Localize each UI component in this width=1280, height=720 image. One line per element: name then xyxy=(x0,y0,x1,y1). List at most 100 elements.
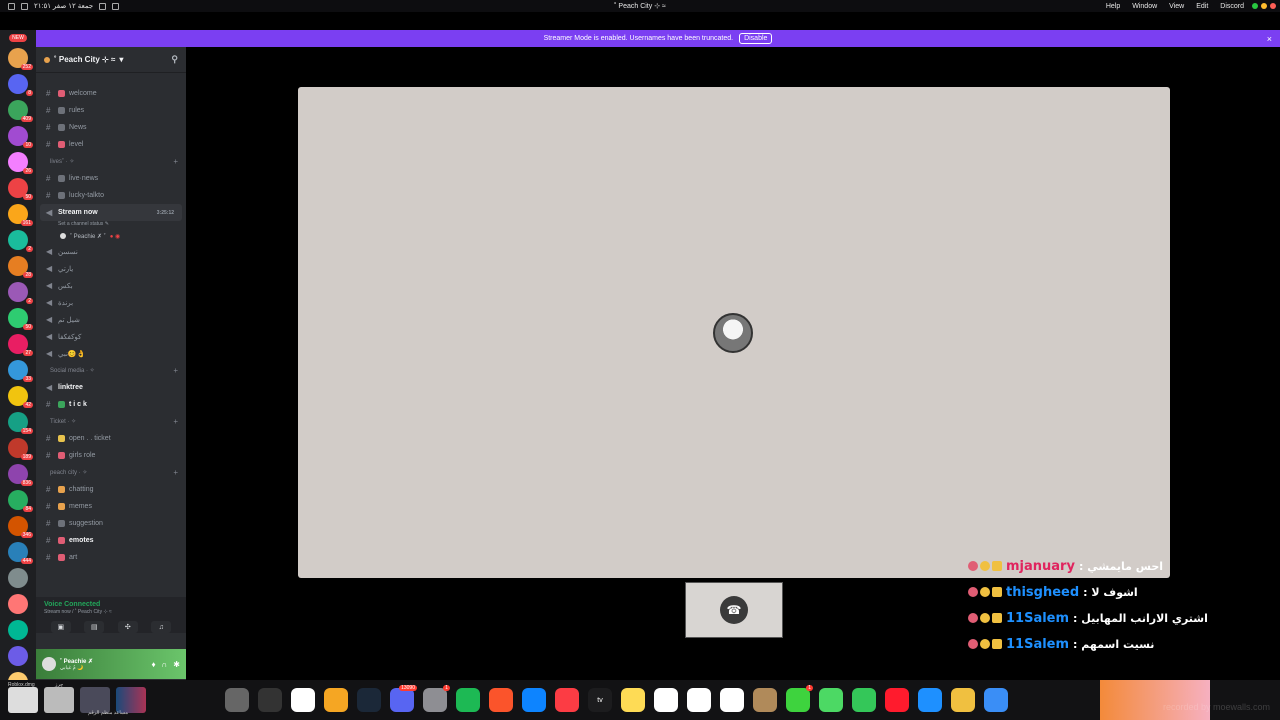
server-icon[interactable]: 836 xyxy=(8,464,33,486)
headphones-icon[interactable]: ∩ xyxy=(162,660,168,669)
disable-button[interactable]: Disable xyxy=(739,33,773,44)
freeform-icon[interactable] xyxy=(654,688,678,712)
participant-tile[interactable] xyxy=(298,87,1170,578)
video-icon[interactable]: ▣ xyxy=(50,621,71,633)
channel-category[interactable]: lives˚ · ✧ + xyxy=(36,153,186,170)
photos-icon[interactable] xyxy=(951,688,975,712)
guild-header[interactable]: ˚ Peach City ⊹ ≈ ▾ ⚲ xyxy=(36,47,186,73)
app-store-icon[interactable] xyxy=(522,688,546,712)
steam-icon[interactable] xyxy=(357,688,381,712)
system-date[interactable]: جمعة ١٢ صفر ٢١:٥١ xyxy=(34,2,93,10)
voice-channel[interactable]: ◀ برندة xyxy=(36,294,186,311)
menu-edit[interactable]: Edit xyxy=(1196,3,1208,10)
text-channel[interactable]: # art xyxy=(36,549,186,566)
voice-connected-title[interactable]: Voice Connected xyxy=(44,601,178,608)
tools-icon[interactable] xyxy=(753,688,777,712)
voice-channel[interactable]: ◀ شيل تم xyxy=(36,311,186,328)
minimized-window[interactable] xyxy=(44,687,74,713)
text-channel[interactable]: # level xyxy=(36,136,186,153)
zoom-button[interactable] xyxy=(1252,3,1258,9)
close-button[interactable] xyxy=(1270,3,1276,9)
server-icon[interactable]: 346 xyxy=(8,516,33,538)
text-channel[interactable]: # t i c k xyxy=(36,396,186,413)
text-channel[interactable]: # live·news xyxy=(36,170,186,187)
text-channel[interactable]: # welcome xyxy=(36,85,186,102)
minimize-button[interactable] xyxy=(1261,3,1267,9)
wifi-icon[interactable] xyxy=(8,2,15,10)
text-channel[interactable]: # open . . ticket xyxy=(36,430,186,447)
apple-tv-icon[interactable]: tv xyxy=(588,688,612,712)
server-icon[interactable]: 27 xyxy=(8,334,33,356)
server-icon[interactable]: 28 xyxy=(8,256,33,278)
add-member-icon[interactable]: ⚲ xyxy=(171,54,178,65)
add-channel-icon[interactable]: + xyxy=(173,366,178,375)
add-channel-icon[interactable]: + xyxy=(173,417,178,426)
spotify-icon[interactable] xyxy=(456,688,480,712)
menu-help[interactable]: Help xyxy=(1106,3,1120,10)
text-channel[interactable]: # chatting xyxy=(36,481,186,498)
menu-window[interactable]: Window xyxy=(1132,3,1157,10)
text-channel[interactable]: # News xyxy=(36,119,186,136)
settings-icon[interactable]: 1 xyxy=(423,685,450,712)
server-icon[interactable]: 84 xyxy=(8,490,33,512)
finder-icon[interactable] xyxy=(984,688,1008,712)
text-channel[interactable]: # suggestion xyxy=(36,515,186,532)
minimized-window[interactable] xyxy=(8,687,38,713)
maps-icon[interactable] xyxy=(819,688,843,712)
screen-share-icon[interactable]: ▤ xyxy=(84,621,105,633)
trash-icon[interactable] xyxy=(225,688,249,712)
server-icon[interactable]: 10 xyxy=(8,126,33,148)
server-icon[interactable]: 444 xyxy=(8,542,33,564)
voice-channel[interactable]: ◀ linktree xyxy=(36,379,186,396)
music-icon[interactable] xyxy=(555,688,579,712)
server-icon[interactable]: 252 xyxy=(8,48,33,70)
server-icon[interactable]: 2 xyxy=(8,282,33,304)
server-icon[interactable]: 154 xyxy=(8,412,33,434)
add-channel-icon[interactable]: + xyxy=(173,157,178,166)
server-icon[interactable] xyxy=(8,646,28,666)
menu-view[interactable]: View xyxy=(1169,3,1184,10)
avatar[interactable] xyxy=(42,657,56,671)
server-icon[interactable] xyxy=(8,672,28,680)
text-channel[interactable]: # rules xyxy=(36,102,186,119)
facetime-icon[interactable]: 1 xyxy=(786,685,813,712)
menu-discord[interactable]: Discord xyxy=(1220,3,1244,10)
voice-connected-subtitle[interactable]: Stream now / ˚ Peach City ⊹ ≈ xyxy=(44,609,178,615)
channel-category[interactable]: peach city · ✧ + xyxy=(36,464,186,481)
text-channel[interactable]: # memes xyxy=(36,498,186,515)
soundboard-icon[interactable]: ♫ xyxy=(151,621,172,633)
username[interactable]: ˚ Peachie ✗ xyxy=(60,658,93,665)
channel-category[interactable]: Social media · ✧ + xyxy=(36,362,186,379)
mic-icon[interactable]: ♦ xyxy=(151,660,155,669)
call-control[interactable]: ☎ xyxy=(685,582,783,638)
voice-channel[interactable]: ◀ بكس xyxy=(36,277,186,294)
opera-icon[interactable] xyxy=(885,688,909,712)
server-icon[interactable]: 409 xyxy=(8,100,33,122)
voice-member[interactable]: ˚ Peachie ✗ ˚ ● ◉ xyxy=(36,229,186,243)
server-icon[interactable]: 26 xyxy=(8,152,33,174)
channel-category[interactable]: Ticket · ✧ + xyxy=(36,413,186,430)
server-icon[interactable]: 189 xyxy=(8,438,33,460)
gear-icon[interactable]: ✱ xyxy=(173,660,180,669)
server-icon[interactable]: 50 xyxy=(8,308,33,330)
calendar-icon[interactable] xyxy=(720,688,744,712)
battery-icon[interactable] xyxy=(112,2,120,10)
voice-channel[interactable]: ◀ Stream now 3:25:12 xyxy=(40,204,182,221)
voice-channel[interactable]: ◀ نسسن xyxy=(36,243,186,260)
server-icon[interactable] xyxy=(8,568,28,588)
chrome-icon[interactable] xyxy=(291,688,315,712)
server-icon[interactable] xyxy=(8,594,28,614)
server-icon[interactable]: 8 xyxy=(8,74,33,96)
server-icon[interactable]: 42 xyxy=(8,386,33,408)
text-channel[interactable]: # girls role xyxy=(36,447,186,464)
server-icon[interactable]: 50 xyxy=(8,178,33,200)
voice-channel[interactable]: ◀ كوكفكفا xyxy=(36,328,186,345)
terminal-icon[interactable] xyxy=(258,688,282,712)
search-icon[interactable] xyxy=(99,2,107,10)
server-icon[interactable] xyxy=(8,620,28,640)
server-icon[interactable]: 33 xyxy=(8,360,33,382)
mail-icon[interactable] xyxy=(918,688,942,712)
activities-icon[interactable]: ✣ xyxy=(117,621,138,633)
voice-channel[interactable]: ◀ نبي😊👌 xyxy=(36,345,186,362)
add-channel-icon[interactable]: + xyxy=(173,468,178,477)
